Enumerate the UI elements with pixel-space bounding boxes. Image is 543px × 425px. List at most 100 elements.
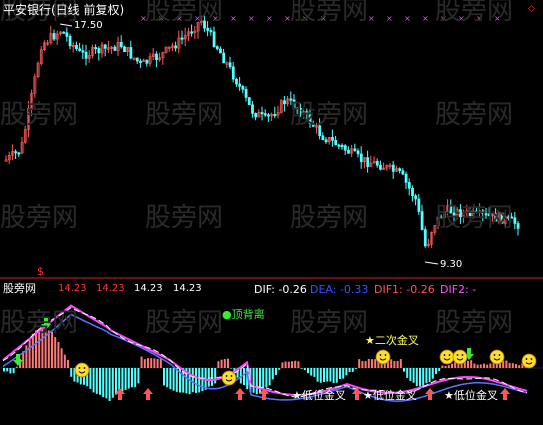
smiley-eye — [493, 354, 496, 356]
macd-histogram-bar — [172, 368, 175, 391]
macd-histogram-bar — [175, 368, 178, 392]
candle-body — [174, 45, 178, 49]
macd-histogram-bar — [89, 368, 92, 389]
smiley-eye — [443, 354, 446, 356]
macd-histogram-bar — [508, 362, 511, 368]
macd-histogram-bar — [473, 363, 476, 368]
watermark: 股旁网 — [145, 0, 224, 26]
signal-x-marker: × — [230, 14, 237, 23]
macd-histogram-bar — [371, 359, 373, 368]
macd-histogram-bar — [319, 368, 322, 383]
macd-histogram-bar — [518, 365, 521, 368]
candle-body — [62, 31, 66, 34]
signal-x-marker: × — [266, 14, 273, 23]
signal-diamond-marker: ◇ — [528, 4, 535, 14]
watermark: 股旁网 — [435, 203, 514, 233]
macd-histogram-bar — [287, 361, 290, 368]
macd-histogram-bar — [217, 361, 220, 368]
macd-histogram-bar — [102, 368, 105, 398]
macd-histogram-bar — [291, 361, 293, 368]
macd-histogram-bar — [415, 368, 418, 387]
candle-body — [135, 57, 139, 62]
macd-histogram-bar — [115, 368, 117, 395]
candle-body — [337, 144, 341, 147]
macd-histogram-bar — [435, 368, 437, 375]
macd-histogram-bar — [470, 360, 473, 368]
macd-histogram-bar — [3, 368, 5, 372]
smiley-icon — [439, 349, 455, 365]
candle-body — [238, 83, 242, 87]
signal-x-marker: × — [404, 14, 411, 23]
candle-body — [212, 31, 216, 47]
candle-body — [219, 48, 222, 54]
macd-histogram-bar — [335, 368, 338, 383]
candle-body — [401, 170, 405, 175]
macd-histogram-bar — [278, 368, 281, 370]
indicator-value: 14.23 — [173, 283, 202, 294]
macd-histogram-bar — [252, 368, 255, 393]
low-golden-cross-label: ★低位金叉 — [444, 389, 498, 402]
signal-x-marker: × — [422, 14, 429, 23]
macd-histogram-bar — [438, 368, 441, 371]
macd-histogram-bar — [406, 368, 409, 378]
macd-histogram-bar — [339, 368, 341, 380]
candle-body — [190, 31, 194, 34]
macd-histogram-bar — [92, 368, 95, 393]
candle-body — [228, 62, 232, 68]
signal-x-marker: × — [386, 14, 393, 23]
macd-histogram-bar — [390, 359, 393, 368]
candle-body — [84, 51, 88, 59]
macd-histogram-bar — [364, 361, 367, 368]
macd-histogram-bar — [243, 368, 245, 385]
macd-histogram-bar — [121, 368, 124, 392]
macd-histogram-bar — [294, 360, 297, 368]
candle-body — [404, 173, 408, 183]
watermark: 股旁网 — [0, 100, 79, 130]
red-arrow-icon — [235, 388, 245, 400]
candle-body — [331, 137, 334, 141]
candle-body — [235, 78, 238, 85]
candle-body — [375, 161, 379, 166]
dif-label: DIF: -0.26 — [254, 283, 307, 296]
macd-histogram-bar — [284, 361, 287, 368]
smiley-eye — [384, 354, 387, 356]
macd-histogram-bar — [409, 368, 412, 382]
candle-body — [75, 44, 78, 50]
macd-histogram-bar — [67, 359, 69, 368]
macd-histogram-bar — [163, 368, 165, 386]
indicator-value: 14.23 — [96, 283, 125, 294]
smiley-eye — [225, 375, 228, 377]
candle-body — [78, 48, 82, 51]
macd-histogram-bar — [60, 348, 63, 368]
dif2-label: DIF2: - — [440, 283, 477, 296]
macd-histogram-bar — [195, 368, 197, 394]
candle-body — [251, 104, 254, 114]
candle-body — [398, 168, 402, 172]
candle-body — [155, 53, 158, 60]
candle-body — [222, 52, 226, 64]
macd-histogram-bar — [479, 364, 482, 368]
macd-histogram-bar — [156, 359, 159, 368]
macd-histogram-bar — [275, 368, 277, 376]
candle-body — [241, 86, 245, 90]
candle-body — [359, 153, 363, 163]
macd-histogram-bar — [223, 358, 226, 368]
macd-histogram-bar — [396, 361, 399, 368]
candle-body — [267, 114, 270, 117]
watermark: 股旁网 — [435, 0, 514, 26]
candle-body — [123, 46, 126, 53]
candle-body — [247, 97, 251, 106]
macd-histogram-bar — [441, 365, 444, 368]
macd-histogram-bar — [159, 358, 162, 368]
smiley-icon — [521, 353, 537, 369]
macd-histogram-bar — [281, 362, 284, 368]
low-pointer-line — [424, 261, 439, 265]
candle-body — [366, 157, 370, 167]
chart-title: 平安银行(日线 前复权) — [3, 3, 125, 17]
signal-x-marker: × — [368, 14, 375, 23]
red-arrow-icon — [500, 388, 510, 400]
smiley-eye — [230, 375, 233, 377]
candle-body — [17, 152, 21, 155]
macd-histogram-bar — [300, 368, 303, 369]
macd-histogram-bar — [54, 337, 57, 368]
